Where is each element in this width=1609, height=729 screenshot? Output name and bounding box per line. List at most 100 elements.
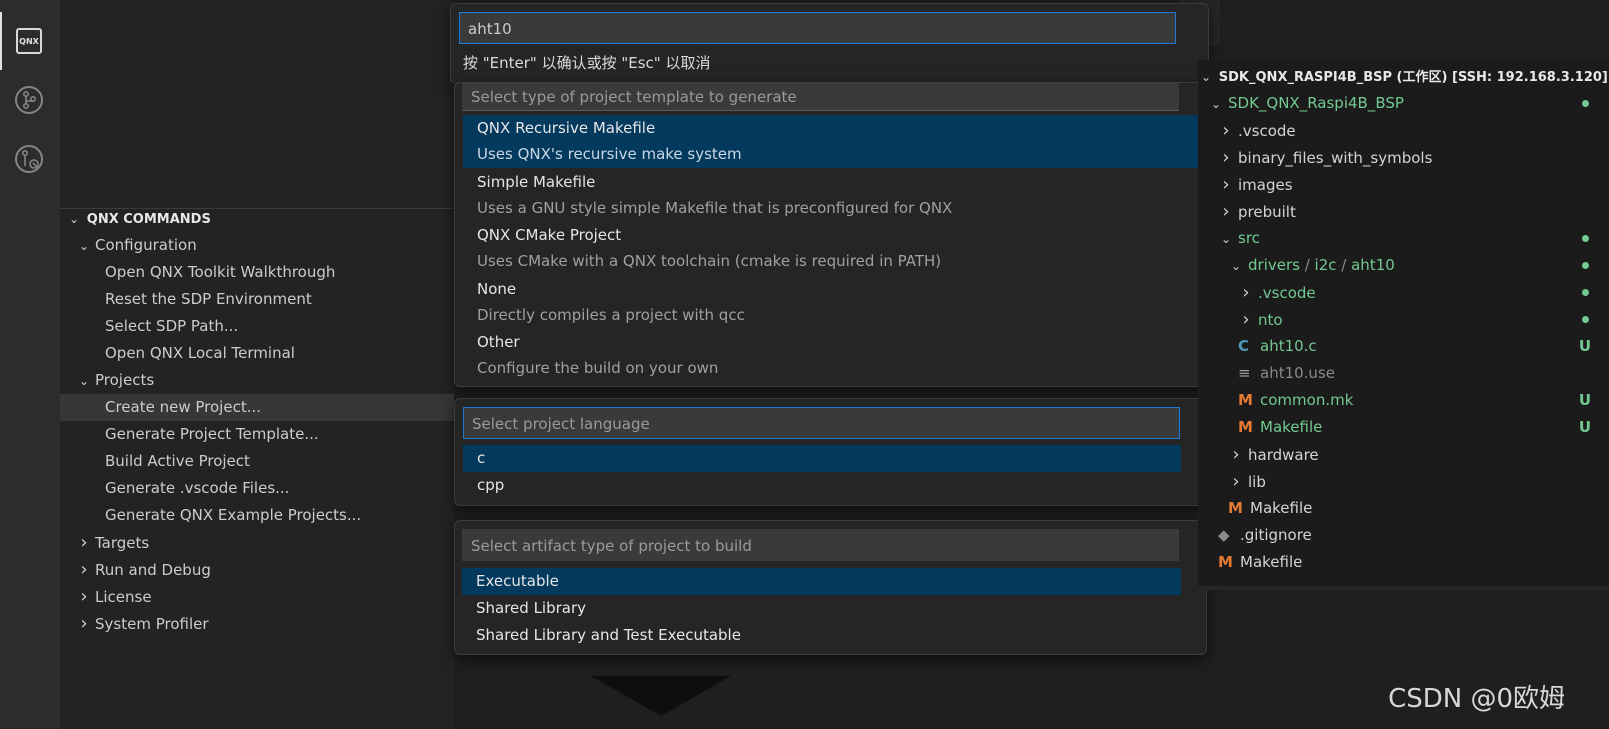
section-header[interactable]: ⌄ QNX COMMANDS <box>60 205 460 232</box>
explorer-row-binary-files-with-symbols[interactable]: › binary_files_with_symbols <box>1198 144 1609 171</box>
activity-bar: QNX <box>0 0 60 729</box>
template-filter-input[interactable]: Select type of project template to gener… <box>462 83 1179 111</box>
tree-item-label: Reset the SDP Environment <box>105 290 312 308</box>
language-option-c[interactable]: c <box>463 445 1181 472</box>
tree-item-open-qnx-toolkit-walkthrough[interactable]: Open QNX Toolkit Walkthrough <box>60 259 454 286</box>
tree-group-label: License <box>95 588 152 606</box>
explorer-row-sdk-qnx-raspi4b-bsp[interactable]: ⌄ SDK_QNX_Raspi4B_BSP <box>1198 90 1609 117</box>
language-option-cpp[interactable]: cpp <box>463 472 1181 499</box>
tree-item-generate-vscode-files[interactable]: Generate .vscode Files... <box>60 475 454 502</box>
chevron-down-icon: ⌄ <box>78 374 90 388</box>
language-option-label: c <box>477 449 486 467</box>
tree-item-generate-project-template[interactable]: Generate Project Template... <box>60 421 454 448</box>
chevron-right-icon: › <box>80 586 88 607</box>
section-title: QNX COMMANDS <box>86 212 211 227</box>
explorer-row-gitignore[interactable]: ◆ .gitignore <box>1198 522 1609 549</box>
tree-group-license[interactable]: › License <box>60 583 470 610</box>
tree-item-label: Generate QNX Example Projects... <box>105 506 362 524</box>
tree-group-label: Targets <box>95 534 150 552</box>
chevron-right-icon: › <box>1242 282 1250 303</box>
chevron-right-icon: › <box>1232 471 1240 492</box>
explorer-row-makefile[interactable]: M Makefile <box>1198 495 1609 522</box>
editor-shadow-shape <box>591 676 731 716</box>
modified-dot <box>1582 316 1589 323</box>
template-placeholder: Select type of project template to gener… <box>471 88 797 106</box>
tree-group-run-and-debug[interactable]: › Run and Debug <box>60 556 470 583</box>
active-indicator <box>0 12 2 70</box>
explorer-row-label: nto <box>1258 311 1283 329</box>
makefile-icon: M <box>1238 391 1253 409</box>
explorer-row-aht10-use[interactable]: ≡ aht10.use <box>1198 360 1609 387</box>
tree-group-projects[interactable]: ⌄ Projects <box>60 367 470 394</box>
language-quickpick: Select project language c cpp <box>454 398 1207 506</box>
artifact-option-shared-library[interactable]: Shared Library <box>462 595 1181 622</box>
tree-item-label: Generate .vscode Files... <box>105 479 290 497</box>
chevron-down-icon: ⌄ <box>1230 259 1242 273</box>
explorer-row-vscode[interactable]: › .vscode <box>1198 279 1609 306</box>
explorer-row-common-mk[interactable]: Mcommon.mk U <box>1198 387 1609 414</box>
chevron-right-icon: › <box>1222 174 1230 195</box>
explorer-row-makefile[interactable]: M Makefile <box>1198 549 1609 576</box>
explorer-row-vscode[interactable]: › .vscode <box>1198 117 1609 144</box>
artifact-filter-input[interactable]: Select artifact type of project to build <box>462 529 1179 561</box>
makefile-icon: M <box>1218 553 1233 571</box>
chevron-right-icon: › <box>80 532 88 553</box>
explorer-row-makefile[interactable]: M Makefile U <box>1198 414 1609 441</box>
tree-item-build-active-project[interactable]: Build Active Project <box>60 448 454 475</box>
explorer-row-label: src <box>1238 229 1260 247</box>
template-option-none[interactable]: None Directly compiles a project with qcc <box>463 276 1198 329</box>
artifact-option-shared-library-and-test-executable[interactable]: Shared Library and Test Executable <box>462 622 1181 649</box>
tree-item-open-qnx-local-terminal[interactable]: Open QNX Local Terminal <box>60 340 454 367</box>
chevron-right-icon: › <box>80 559 88 580</box>
explorer-row-nto[interactable]: › nto <box>1198 306 1609 333</box>
tree-item-select-sdp-path[interactable]: Select SDP Path... <box>60 313 454 340</box>
tree-item-reset-the-sdp-environment[interactable]: Reset the SDP Environment <box>60 286 454 313</box>
modified-dot <box>1582 100 1589 107</box>
tree-group-configuration[interactable]: ⌄ Configuration <box>60 232 470 259</box>
tree-item-create-new-project[interactable]: Create new Project... <box>60 394 454 421</box>
untracked-badge: U <box>1578 337 1591 355</box>
explorer-row-label: .gitignore <box>1240 526 1312 544</box>
template-option-other[interactable]: Other Configure the build on your own <box>463 329 1198 382</box>
explorer-row-hardware[interactable]: › hardware <box>1198 441 1609 468</box>
template-option-qnx-cmake-project[interactable]: QNX CMake Project Uses CMake with a QNX t… <box>463 222 1198 275</box>
template-option-title: Simple Makefile <box>477 172 596 191</box>
project-name-quickpick: aht10 按 "Enter" 以确认或按 "Esc" 以取消 <box>450 3 1209 84</box>
template-option-qnx-recursive-makefile[interactable]: QNX Recursive Makefile Uses QNX's recursi… <box>463 115 1198 168</box>
explorer-row-drivers[interactable]: ⌄ drivers / i2c / aht10 <box>1198 252 1609 279</box>
explorer-row-prebuilt[interactable]: › prebuilt <box>1198 198 1609 225</box>
artifact-option-label: Shared Library and Test Executable <box>476 626 741 644</box>
explorer-row-label: Makefile <box>1250 499 1313 517</box>
template-option-title: QNX CMake Project <box>477 226 622 244</box>
explorer-row-aht10-c[interactable]: Caht10.c U <box>1198 333 1609 360</box>
project-name-value: aht10 <box>468 20 512 38</box>
language-placeholder: Select project language <box>472 415 650 433</box>
explorer-row-lib[interactable]: › lib <box>1198 468 1609 495</box>
template-option-simple-makefile[interactable]: Simple Makefile Uses a GNU style simple M… <box>463 169 1198 222</box>
explorer-row-label: Makefile <box>1240 553 1303 571</box>
explorer-row-label: binary_files_with_symbols <box>1238 149 1433 167</box>
explorer-row-images[interactable]: › images <box>1198 171 1609 198</box>
chevron-right-icon: › <box>1232 444 1240 465</box>
chevron-down-icon: ⌄ <box>68 212 80 226</box>
tree-item-label: Generate Project Template... <box>105 425 319 443</box>
template-option-title: QNX Recursive Makefile <box>477 119 656 137</box>
explorer-row-src[interactable]: ⌄ src <box>1198 225 1609 252</box>
qnx-icon[interactable]: QNX <box>13 25 45 57</box>
c-file-icon: C <box>1238 337 1250 355</box>
workspace-header[interactable]: ⌄ SDK_QNX_RASPI4B_BSP (工作区) [SSH: 192.16… <box>1198 63 1609 90</box>
tree-group-system-profiler[interactable]: › System Profiler <box>60 610 470 637</box>
explorer-row-label: lib <box>1248 473 1266 491</box>
tree-item-generate-qnx-example-projects[interactable]: Generate QNX Example Projects... <box>60 502 454 529</box>
watermark: CSDN @0欧姆 <box>1388 684 1565 714</box>
makefile-icon: M <box>1228 499 1243 517</box>
git-graph-icon[interactable] <box>13 143 45 175</box>
artifact-option-executable[interactable]: Executable <box>462 568 1181 595</box>
source-control-icon[interactable] <box>13 84 45 116</box>
project-name-input[interactable]: aht10 <box>459 12 1176 44</box>
tree-group-targets[interactable]: › Targets <box>60 529 470 556</box>
tree-item-label: Open QNX Local Terminal <box>105 344 295 362</box>
explorer-row-label: .vscode <box>1258 284 1316 302</box>
language-filter-input[interactable]: Select project language <box>463 407 1180 439</box>
explorer-row-label: aht10.c <box>1260 337 1317 355</box>
